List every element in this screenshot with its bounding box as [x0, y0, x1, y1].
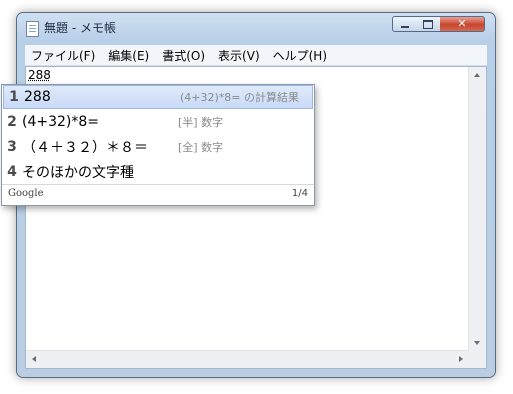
candidate-footer: Google 1/4	[2, 184, 314, 205]
menu-view[interactable]: 表示(V)	[212, 47, 266, 64]
candidate-note: (4+32)*8= の計算結果	[180, 91, 300, 104]
title-bar[interactable]: 無題 - メモ帳 ✕	[17, 13, 495, 43]
menu-help[interactable]: ヘルプ(H)	[267, 47, 333, 64]
scroll-up-icon[interactable]	[474, 73, 480, 77]
minimize-icon	[400, 26, 409, 28]
composition-text: 288	[28, 68, 51, 82]
candidate-number: 3	[7, 139, 17, 155]
candidate-note: [全] 数字	[178, 141, 224, 154]
close-button[interactable]: ✕	[440, 16, 485, 32]
candidate-4[interactable]: 4 そのほかの文字種	[2, 160, 312, 184]
scroll-right-icon[interactable]	[459, 356, 463, 362]
scroll-left-icon[interactable]	[32, 356, 36, 362]
horizontal-scrollbar[interactable]	[26, 350, 469, 368]
menu-file[interactable]: ファイル(F)	[25, 47, 101, 64]
candidate-number: 1	[9, 89, 19, 105]
ime-candidate-window: 1 288 (4+32)*8= の計算結果 2 (4+32)*8= [半] 数字…	[1, 84, 315, 206]
menu-edit[interactable]: 編集(E)	[102, 47, 155, 64]
candidate-text: （４＋３２）＊８＝	[22, 140, 148, 156]
candidate-number: 2	[7, 114, 17, 130]
vertical-scrollbar[interactable]	[468, 67, 486, 351]
close-icon: ✕	[457, 17, 467, 30]
minimize-button[interactable]	[392, 16, 417, 32]
candidate-note: [半] 数字	[178, 116, 224, 129]
candidate-page-indicator: 1/4	[291, 188, 308, 199]
notepad-app-icon[interactable]	[26, 21, 39, 37]
maximize-button[interactable]	[416, 16, 441, 32]
maximize-icon	[423, 19, 433, 29]
menu-format[interactable]: 書式(O)	[156, 47, 211, 64]
window-title: 無題 - メモ帳	[44, 21, 116, 35]
candidate-1[interactable]: 1 288 (4+32)*8= の計算結果	[3, 85, 313, 109]
candidate-text: そのほかの文字種	[22, 165, 134, 181]
candidate-3[interactable]: 3 （４＋３２）＊８＝ [全] 数字	[2, 135, 312, 159]
menu-bar: ファイル(F) 編集(E) 書式(O) 表示(V) ヘルプ(H)	[25, 45, 487, 66]
candidate-number: 4	[7, 164, 17, 180]
candidate-text: 288	[24, 89, 51, 105]
candidate-2[interactable]: 2 (4+32)*8= [半] 数字	[2, 110, 312, 134]
scroll-down-icon[interactable]	[474, 341, 480, 345]
ime-brand-label: Google	[8, 188, 44, 199]
candidate-text: (4+32)*8=	[22, 114, 100, 130]
size-grip[interactable]	[469, 351, 486, 368]
